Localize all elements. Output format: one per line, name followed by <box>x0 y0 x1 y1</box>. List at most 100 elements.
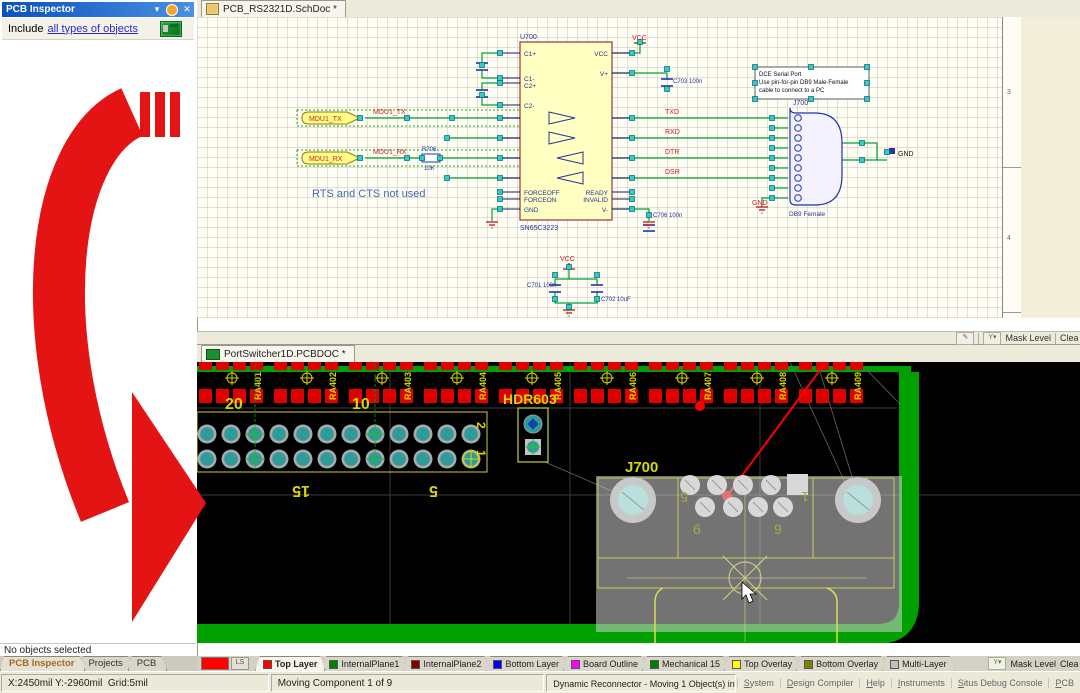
left-panel: PCB Inspector ▾ ✕ Include all types of o… <box>0 0 198 693</box>
layer-tab-internalplane1[interactable]: InternalPlane1 <box>321 656 407 671</box>
inspector-title: PCB Inspector <box>6 4 75 15</box>
menu-design-compiler[interactable]: Design Compiler <box>780 678 860 688</box>
svg-text:DTR: DTR <box>665 149 679 156</box>
layer-tab-bottom-overlay[interactable]: Bottom Overlay <box>796 656 886 671</box>
tab-pcb-inspector[interactable]: PCB Inspector <box>0 656 85 671</box>
port-mdu1-tx[interactable]: MDU1_TX <box>302 112 360 124</box>
svg-text:C2-: C2- <box>524 103 534 110</box>
svg-text:DSR: DSR <box>665 169 680 176</box>
svg-text:FORCEON: FORCEON <box>524 197 557 204</box>
j700-pin6-label: 6 <box>693 521 701 537</box>
ic-symbol[interactable]: C1+ C1- C2+ C2- FORCEOFF FORCEON GND VCC… <box>500 34 632 232</box>
svg-text:MDU1_RX: MDU1_RX <box>373 149 407 156</box>
include-row: Include all types of objects <box>2 18 194 40</box>
pcb-drawing: RA401RA402RA403RA404RA405RA406RA407RA408… <box>197 362 1080 643</box>
layer-tab-mechanical15[interactable]: Mechanical 15 <box>642 656 728 671</box>
layer-color-chip <box>650 660 659 669</box>
inspector-titlebar-buttons: ▾ ✕ <box>151 2 193 17</box>
j700-label: J700 <box>625 459 658 476</box>
filter-icon[interactable]: Y▾ <box>983 332 1001 345</box>
header-footprint[interactable]: 20 10 15 5 2 1 <box>197 364 488 499</box>
menu-pcb[interactable]: PCB <box>1048 678 1080 688</box>
layer-tab-board-outline[interactable]: Board Outline <box>563 656 646 671</box>
svg-text:cable to connect to a PC: cable to connect to a PC <box>759 88 825 94</box>
svg-text:10K: 10K <box>424 166 435 172</box>
svg-text:GND: GND <box>524 207 539 214</box>
mask-level-button[interactable]: Mask Level <box>1005 333 1051 343</box>
schematic-doc-tab[interactable]: PCB_RS2321D.SchDoc * <box>201 0 346 17</box>
svg-text:C1+: C1+ <box>524 51 536 58</box>
schematic-tab-title: PCB_RS2321D.SchDoc * <box>223 4 337 15</box>
clear-button[interactable]: Clear <box>1060 659 1078 669</box>
menu-system[interactable]: System <box>737 678 780 688</box>
status-bar: X:2450mil Y:-2960mil Grid:5mil Moving Co… <box>0 671 1080 693</box>
j700-pin5-label: 5 <box>680 489 688 505</box>
ic-designator: U700 <box>520 34 537 41</box>
menu-help[interactable]: Help <box>859 678 891 688</box>
application-window: PCB Inspector ▾ ✕ Include all types of o… <box>0 0 1080 693</box>
layer-color-chip <box>493 660 502 669</box>
tab-pcb[interactable]: PCB <box>128 656 168 671</box>
layer-color-chip <box>263 660 272 669</box>
clear-button[interactable]: Clear <box>1060 333 1078 343</box>
pencil-icon[interactable]: ✎ <box>956 332 974 345</box>
svg-text:RA402: RA402 <box>328 372 338 400</box>
schematic-drawing: C1+ C1- C2+ C2- FORCEOFF FORCEON GND VCC… <box>197 17 1022 318</box>
svg-text:C706 100n: C706 100n <box>653 213 682 219</box>
svg-text:RXD: RXD <box>665 129 680 136</box>
include-types-link[interactable]: all types of objects <box>47 23 138 35</box>
layer-color-chip <box>329 660 338 669</box>
filter-icon[interactable]: Y▾ <box>988 657 1006 670</box>
svg-text:GND: GND <box>898 151 914 158</box>
layer-color-chip <box>804 660 813 669</box>
pin-number-2: 2 <box>474 422 488 429</box>
menu-situs-debug-console[interactable]: Situs Debug Console <box>951 678 1049 688</box>
pin-number-5: 5 <box>429 482 438 499</box>
j700-footprint[interactable]: 5 1 6 9 <box>596 474 902 643</box>
close-icon[interactable]: ✕ <box>181 4 193 15</box>
svg-text:C2+: C2+ <box>524 83 536 90</box>
layer-tab-bar: LS Top Layer InternalPlane1 InternalPlan… <box>197 656 1080 671</box>
status-menus: System Design Compiler Help Instruments … <box>737 673 1080 693</box>
editor-area: PCB_RS2321D.SchDoc * 3 4 <box>197 0 1080 693</box>
pin-number-10: 10 <box>352 396 370 413</box>
port-mdu1-rx[interactable]: MDU1_RX <box>302 152 360 164</box>
db9-connector[interactable]: J700 DB9 Female GND <box>789 100 914 218</box>
layer-tab-internalplane2[interactable]: InternalPlane2 <box>403 656 489 671</box>
layer-color-chip <box>732 660 741 669</box>
db9-designator: J700 <box>793 100 808 107</box>
schematic-canvas[interactable]: 3 4 <box>197 17 1080 318</box>
pcb-doc-tab[interactable]: PortSwitcher1D.PCBDOC * <box>201 345 355 362</box>
menu-instruments[interactable]: Instruments <box>891 678 951 688</box>
svg-text:MDU1_RX: MDU1_RX <box>309 156 343 163</box>
svg-text:RA403: RA403 <box>403 372 413 400</box>
svg-text:INVALID: INVALID <box>583 197 608 204</box>
pin-icon[interactable] <box>166 4 178 16</box>
layer-color-chip <box>411 660 420 669</box>
no-objects-text: No objects selected <box>0 643 196 656</box>
current-layer-swatch[interactable] <box>201 657 229 670</box>
layer-tab-bottom-layer[interactable]: Bottom Layer <box>485 656 567 671</box>
chevron-down-icon[interactable]: ▾ <box>151 4 163 15</box>
layer-tab-multi-layer[interactable]: Multi-Layer <box>882 656 955 671</box>
layer-tab-top-overlay[interactable]: Top Overlay <box>724 656 800 671</box>
layer-sets-button[interactable]: LS <box>231 657 249 670</box>
svg-text:TXD: TXD <box>665 109 679 116</box>
layer-tab-top-layer[interactable]: Top Layer <box>255 656 325 671</box>
note-box[interactable]: DCE Serial Port Use pin-for-pin DB9 Male… <box>755 67 869 99</box>
hdr603-label: HDR603 <box>503 391 557 407</box>
svg-text:MDU1_TX: MDU1_TX <box>309 116 342 123</box>
tab-projects[interactable]: Projects <box>79 656 133 671</box>
mask-level-button[interactable]: Mask Level <box>1010 659 1056 669</box>
pcb-canvas[interactable]: RA401RA402RA403RA404RA405RA406RA407RA408… <box>197 362 1080 643</box>
layer-color-chip <box>571 660 580 669</box>
svg-text:MDU1_TX: MDU1_TX <box>373 109 406 116</box>
moving-status: Moving Component 1 of 9 <box>271 674 545 692</box>
hdr603-footprint[interactable]: HDR603 <box>503 391 557 462</box>
include-label: Include <box>8 23 43 35</box>
editor-backdrop <box>1021 17 1080 318</box>
pcb-tab-title: PortSwitcher1D.PCBDOC * <box>224 349 346 360</box>
svg-text:RA404: RA404 <box>478 372 488 400</box>
pcb-tabbar: PortSwitcher1D.PCBDOC * <box>197 345 1080 363</box>
svg-text:V-: V- <box>602 207 608 214</box>
